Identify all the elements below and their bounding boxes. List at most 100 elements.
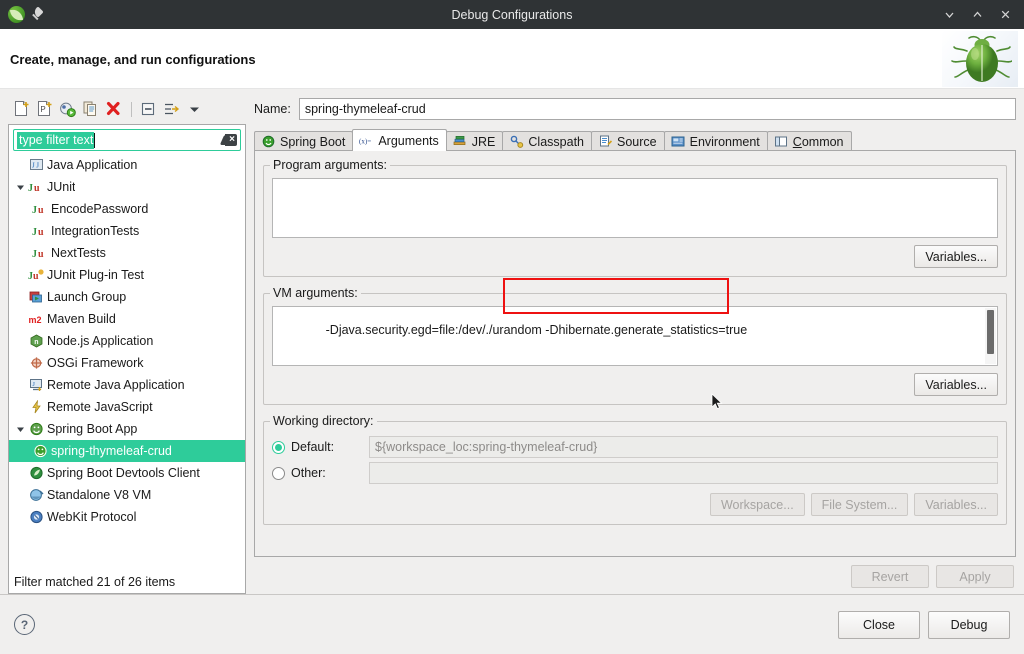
default-radio[interactable] (272, 440, 285, 454)
vm-arguments-value: -Djava.security.egd=file:/dev/./urandom … (325, 323, 748, 337)
pin-icon[interactable] (31, 7, 46, 22)
tree-item-label: WebKit Protocol (47, 510, 137, 524)
tab-label: Classpath (528, 134, 584, 149)
maximize-icon[interactable] (964, 3, 990, 27)
tree-item-junit-plugin-test[interactable]: Ju JUnit Plug-in Test (9, 264, 245, 286)
link-prototype-icon[interactable] (58, 100, 78, 119)
tab-classpath[interactable]: Classpath (502, 131, 592, 151)
tree-item-integrationtests[interactable]: Ju IntegrationTests (9, 220, 245, 242)
filter-input[interactable]: type filter text × (13, 129, 241, 151)
tree-item-webkit-protocol[interactable]: WebKit Protocol (9, 506, 245, 528)
filter-configurations-icon[interactable] (162, 100, 182, 119)
close-button[interactable]: Close (838, 610, 920, 639)
vm-arguments-variables-button[interactable]: Variables... (914, 373, 998, 396)
debug-configurations-dialog: Debug Configurations Create, manage, and… (0, 0, 1024, 654)
tab-arguments[interactable]: (x)= Arguments (352, 129, 447, 151)
titlebar-icons (0, 6, 46, 23)
tab-common[interactable]: Common (766, 131, 852, 151)
svg-text:J: J (28, 183, 33, 194)
working-directory-buttons: Workspace... File System... Variables... (272, 493, 998, 516)
tab-label: Source (617, 134, 657, 149)
tab-source[interactable]: Source (591, 131, 665, 151)
tree-item-maven-build[interactable]: m2 Maven Build (9, 308, 245, 330)
tree-item-junit[interactable]: Ju JUnit (9, 176, 245, 198)
vm-arguments-group: VM arguments: -Djava.security.egd=file:/… (263, 278, 1007, 405)
revert-button[interactable]: Revert (851, 565, 929, 588)
green-bug-icon (942, 31, 1018, 87)
working-directory-variables-button[interactable]: Variables... (914, 493, 998, 516)
vm-arguments-scrollbar[interactable] (985, 308, 996, 364)
tree-item-nexttests[interactable]: Ju NextTests (9, 242, 245, 264)
tree-item-remote-javascript[interactable]: Remote JavaScript (9, 396, 245, 418)
junit-icon: Ju (27, 179, 45, 195)
filter-status-text: Filter matched 21 of 26 items (9, 571, 245, 593)
tab-jre[interactable]: JRE (445, 131, 504, 151)
configurations-toolbar: P (8, 97, 246, 124)
junit-test-icon: Ju (31, 201, 49, 217)
close-icon[interactable] (992, 3, 1018, 27)
tabs-filler (850, 130, 1016, 151)
tree-item-java-application[interactable]: JJ Java Application (9, 154, 245, 176)
tree-item-spring-boot-app[interactable]: Spring Boot App (9, 418, 245, 440)
file-system-button[interactable]: File System... (810, 493, 909, 516)
workspace-button[interactable]: Workspace... (709, 493, 805, 516)
tree-item-nodejs-application[interactable]: n Node.js Application (9, 330, 245, 352)
working-directory-default-row: Default: ${workspace_loc:spring-thymelea… (272, 434, 998, 460)
tree-item-spring-boot-devtools-client[interactable]: Spring Boot Devtools Client (9, 462, 245, 484)
spring-boot-icon (27, 421, 45, 437)
name-input[interactable]: spring-thymeleaf-crud (298, 98, 1016, 120)
svg-text:(x)=: (x)= (359, 137, 371, 145)
other-radio[interactable] (272, 466, 285, 480)
chevron-down-icon[interactable] (13, 183, 27, 192)
dialog-body: P type filter text × J J Java Applicatio… (0, 89, 1024, 594)
tab-spring-boot[interactable]: Spring Boot (254, 131, 354, 151)
tab-label: JRE (471, 134, 496, 149)
svg-text:m2: m2 (28, 315, 41, 325)
program-arguments-textarea[interactable] (272, 178, 998, 238)
working-directory-other-row: Other: (272, 460, 998, 486)
source-icon (598, 135, 613, 149)
program-arguments-variables-button[interactable]: Variables... (914, 245, 998, 268)
help-icon[interactable]: ? (14, 614, 35, 635)
apply-button[interactable]: Apply (936, 565, 1014, 588)
tree-item-encodepassword[interactable]: Ju EncodePassword (9, 198, 245, 220)
configurations-tree[interactable]: JJ Java Application Ju JUnit J u EncodeP… (9, 153, 245, 571)
default-directory-field: ${workspace_loc:spring-thymeleaf-crud} (369, 436, 998, 458)
tree-item-launch-group[interactable]: Launch Group (9, 286, 245, 308)
spring-leaf-icon (8, 6, 25, 23)
tree-item-label: NextTests (51, 246, 106, 260)
footer-buttons: Close Debug (838, 610, 1010, 639)
launch-group-icon (27, 289, 45, 305)
collapse-all-icon[interactable] (139, 100, 159, 119)
other-directory-field[interactable] (369, 462, 998, 484)
duplicate-configuration-icon[interactable] (81, 100, 101, 119)
configuration-editor: Name: spring-thymeleaf-crud Spring Boot … (254, 97, 1016, 594)
tree-item-standalone-v8-vm[interactable]: Standalone V8 VM (9, 484, 245, 506)
chevron-down-icon[interactable] (13, 425, 27, 434)
dialog-header: Create, manage, and run configurations (0, 29, 1024, 90)
text-caret (94, 132, 96, 148)
spring-devtools-icon (27, 465, 45, 481)
debug-button[interactable]: Debug (928, 610, 1010, 639)
svg-text:J: J (32, 205, 37, 216)
window-titlebar: Debug Configurations (0, 0, 1024, 29)
view-menu-dropdown-icon[interactable] (185, 100, 205, 119)
svg-text:J: J (32, 162, 35, 170)
nodejs-icon: n (27, 333, 45, 349)
common-icon (774, 135, 789, 149)
clear-filter-icon[interactable]: × (219, 134, 237, 146)
minimize-icon[interactable] (936, 3, 962, 27)
tree-item-spring-thymeleaf-crud[interactable]: spring-thymeleaf-crud (9, 440, 245, 462)
tab-environment[interactable]: Environment (663, 131, 768, 151)
tree-item-osgi-framework[interactable]: OSGi Framework (9, 352, 245, 374)
tree-item-remote-java-application[interactable]: J Remote Java Application (9, 374, 245, 396)
new-launch-configuration-icon[interactable] (12, 100, 32, 119)
new-prototype-icon[interactable]: P (35, 100, 55, 119)
scrollbar-thumb[interactable] (987, 310, 994, 354)
remote-javascript-icon (27, 399, 45, 415)
svg-text:u: u (38, 205, 44, 216)
vm-arguments-textarea[interactable]: -Djava.security.egd=file:/dev/./urandom … (272, 306, 998, 366)
delete-configuration-icon[interactable] (104, 100, 124, 119)
default-label: Default: (291, 440, 335, 454)
osgi-icon (27, 355, 45, 371)
